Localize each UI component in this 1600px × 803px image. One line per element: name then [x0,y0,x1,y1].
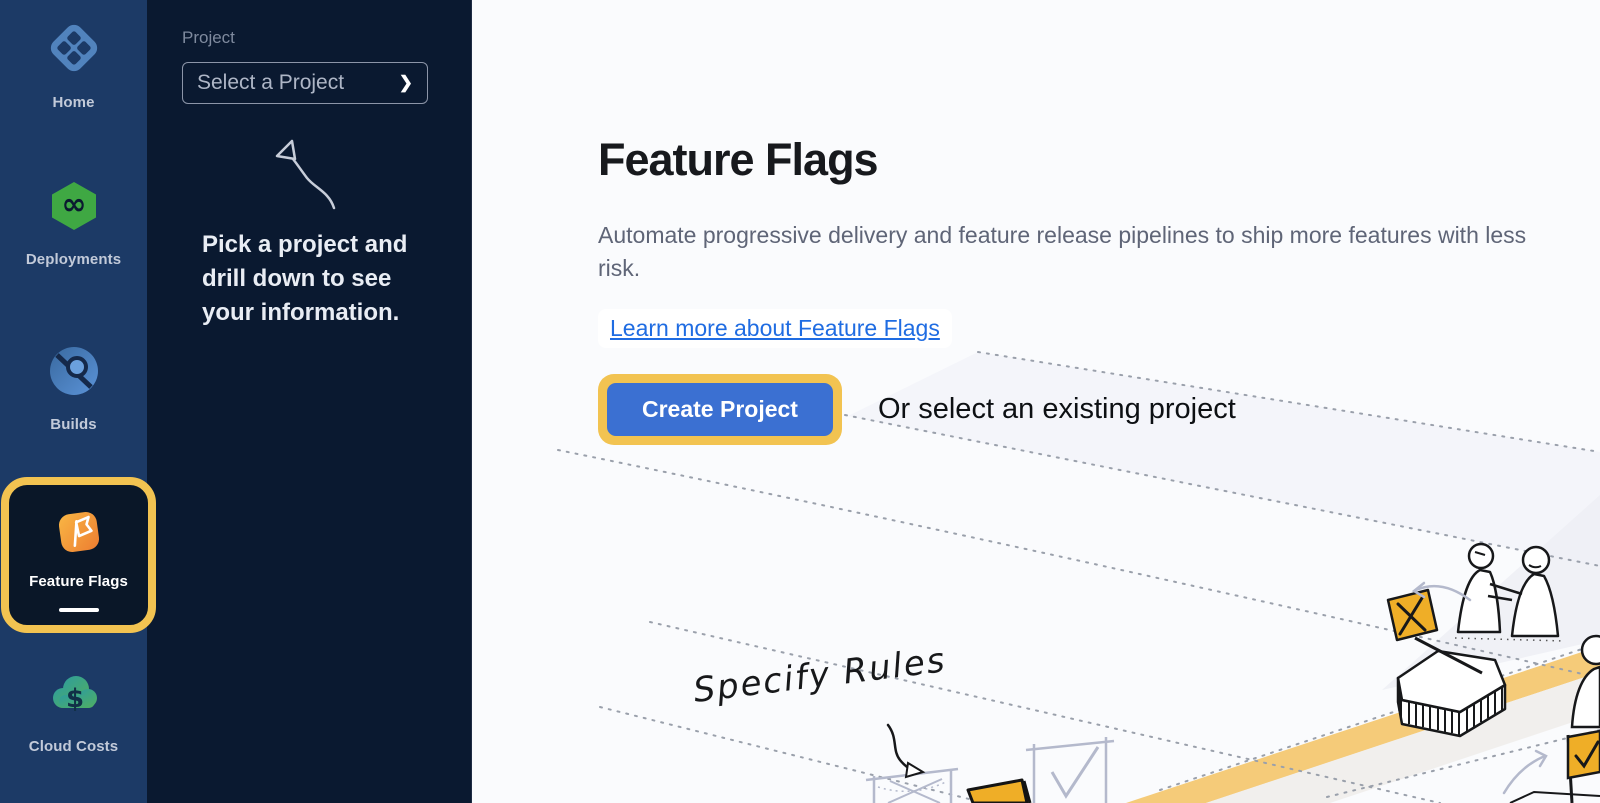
outline-flag-check [1026,737,1114,803]
chevron-right-icon: ❯ [399,73,413,93]
sidebar-item-label: Cloud Costs [0,738,147,755]
feature-flags-icon [52,505,106,559]
sidebar-item-cloud-costs[interactable]: $ Cloud Costs [0,664,147,755]
active-item-indicator [59,608,99,612]
sidebar-item-label: Home [0,94,147,111]
learn-more-link-box: Learn more about Feature Flags [598,309,952,348]
project-actions-row: Create Project Or select an existing pro… [598,374,1600,445]
illustration-caption: Specify Rules [691,640,948,711]
learn-more-link[interactable]: Learn more about Feature Flags [610,315,940,341]
project-selector[interactable]: Select a Project ❯ [182,62,428,104]
corner-sketch [1510,792,1600,803]
svg-text:∞: ∞ [61,187,86,222]
gray-arrow-right [1504,751,1546,793]
project-label: Project [182,28,235,48]
builds-icon [47,344,101,398]
sidebar-item-label: Builds [0,416,147,433]
doodle-arrow-icon [265,132,361,218]
sidebar-item-label: Feature Flags [9,573,148,590]
yellow-flag-small [968,780,1030,803]
or-select-existing-text: Or select an existing project [878,393,1236,426]
create-project-highlight-ring: Create Project [598,374,842,445]
create-project-button[interactable]: Create Project [607,383,833,436]
sidebar-item-deployments[interactable]: ∞ Deployments [0,179,147,268]
deployments-icon: ∞ [47,179,101,233]
main-content-area: Specify Rules Feature Flags Automate pro… [472,0,1600,803]
pick-project-hint: Pick a project and drill down to see you… [202,228,427,330]
cloud-costs-icon: $ [46,664,102,720]
check-flag-sketch [1568,731,1600,803]
sidebar-item-label: Deployments [0,251,147,268]
home-icon [46,20,102,76]
svg-text:$: $ [65,684,83,714]
module-sidebar: Home ∞ Deployments Builds [0,0,147,803]
sidebar-item-home[interactable]: Home [0,20,147,111]
feature-flags-landing: Feature Flags Automate progressive deliv… [472,0,1600,445]
x-flag-sketch [1388,590,1437,640]
project-selector-value: Select a Project [197,71,344,95]
project-panel: Project Select a Project ❯ Pick a projec… [147,0,472,803]
page-description: Automate progressive delivery and featur… [598,219,1568,285]
sidebar-item-feature-flags[interactable]: Feature Flags [1,477,156,633]
sidebar-item-builds[interactable]: Builds [0,344,147,433]
page-title: Feature Flags [598,134,1600,186]
black-doodle-arrow [888,725,923,777]
